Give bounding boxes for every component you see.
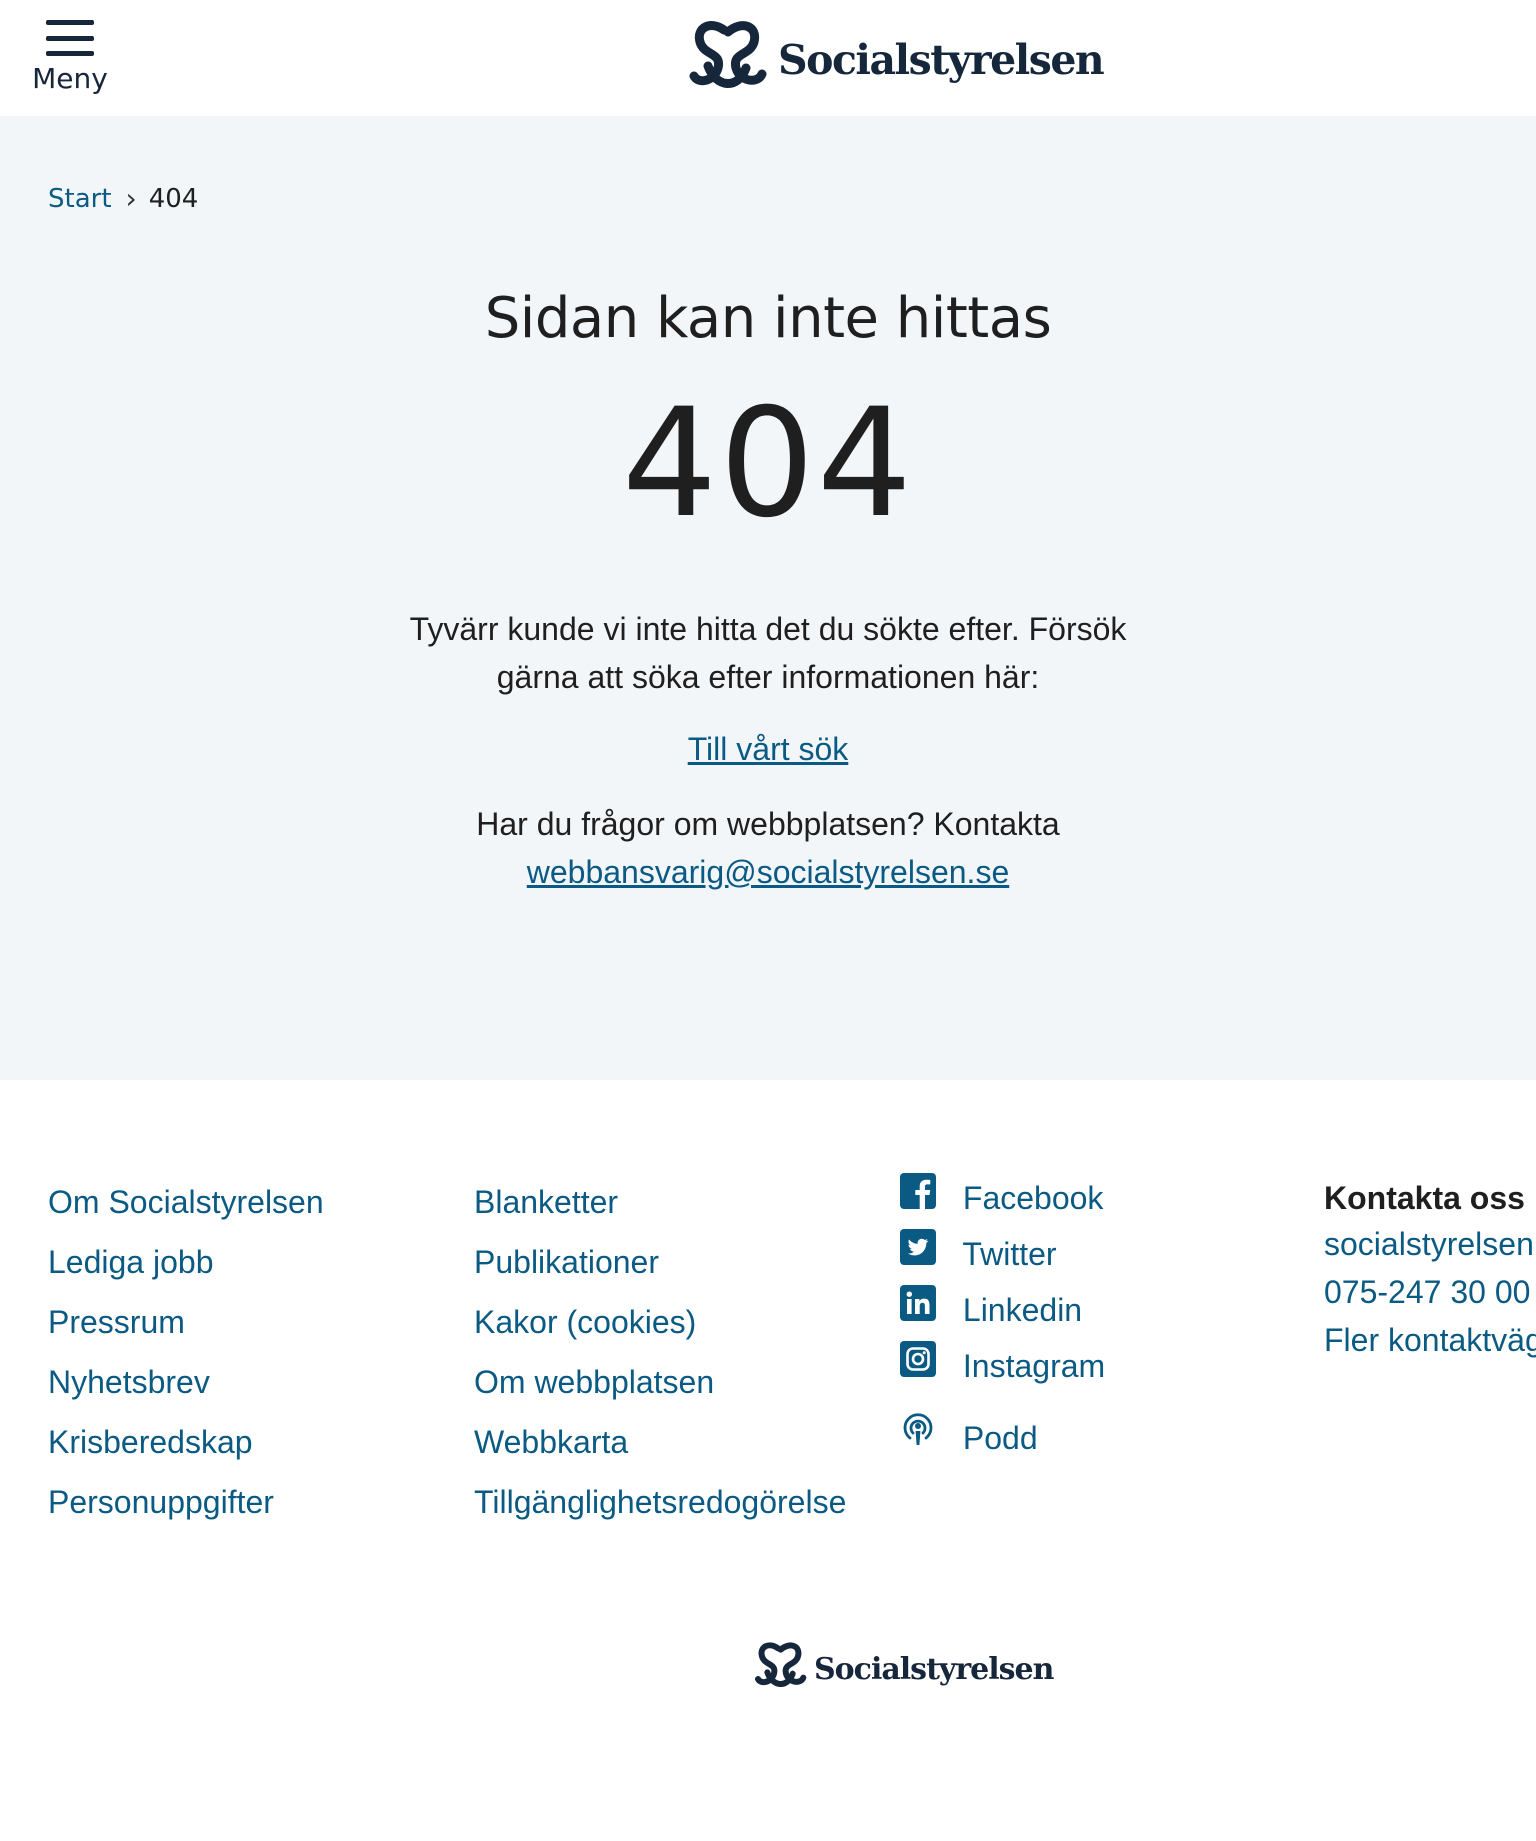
footer-contact-col: Kontakta oss socialstyrelsen 075-247 30 …: [1324, 1176, 1536, 1364]
contact-text: Har du frågor om webbplatsen? Kontakta w…: [388, 800, 1148, 896]
footer-link-om-socialstyrelsen[interactable]: Om Socialstyrelsen: [48, 1172, 324, 1232]
social-label: Facebook: [962, 1180, 1104, 1216]
logo-wordmark: Socialstyrelsen: [778, 36, 1105, 84]
chevron-right-icon: ›: [125, 182, 137, 215]
linkedin-icon: [900, 1285, 936, 1321]
footer-logo-link[interactable]: Socialstyrelsen: [754, 1640, 1054, 1690]
social-label: Instagram: [962, 1348, 1106, 1384]
footer-social-col: Facebook Twitter Linkedin Instagram Podd: [900, 1168, 1105, 1464]
footer-link-lediga-jobb[interactable]: Lediga jobb: [48, 1232, 324, 1292]
footer-link-nyhetsbrev[interactable]: Nyhetsbrev: [48, 1352, 324, 1412]
footer-contact-email[interactable]: socialstyrelsen: [1324, 1220, 1536, 1268]
menu-button[interactable]: Meny: [30, 18, 110, 104]
site-header: Meny Socialstyrelsen: [0, 0, 1536, 116]
instagram-icon: [900, 1341, 936, 1377]
footer-link-tillganglighet[interactable]: Tillgänglighetsredogörelse: [474, 1472, 846, 1532]
social-label: Linkedin: [962, 1292, 1083, 1328]
footer-links-col2: Blanketter Publikationer Kakor (cookies)…: [474, 1172, 846, 1532]
breadcrumb-current: 404: [148, 184, 199, 214]
social-label: Twitter: [962, 1236, 1057, 1272]
footer-link-webbkarta[interactable]: Webbkarta: [474, 1412, 846, 1472]
info-text: Tyvärr kunde vi inte hitta det du sökte …: [409, 611, 1127, 695]
facebook-icon: [900, 1173, 936, 1209]
social-label: Podd: [962, 1420, 1038, 1456]
breadcrumb: Start › 404: [48, 184, 198, 214]
twitter-icon: [900, 1229, 936, 1265]
footer-link-personuppgifter[interactable]: Personuppgifter: [48, 1472, 324, 1532]
social-link-facebook[interactable]: Facebook: [900, 1168, 1105, 1224]
contact-heading: Kontakta oss: [1324, 1180, 1525, 1216]
footer-link-publikationer[interactable]: Publikationer: [474, 1232, 846, 1292]
social-link-linkedin[interactable]: Linkedin: [900, 1280, 1105, 1336]
contact-email-link[interactable]: webbansvarig@socialstyrelsen.se: [527, 854, 1009, 890]
breadcrumb-start-link[interactable]: Start: [48, 184, 112, 214]
social-link-instagram[interactable]: Instagram: [900, 1336, 1105, 1392]
menu-label: Meny: [32, 62, 108, 95]
error-code: 404: [621, 377, 915, 551]
footer-link-pressrum[interactable]: Pressrum: [48, 1292, 324, 1352]
footer-links-col1: Om Socialstyrelsen Lediga jobb Pressrum …: [48, 1172, 324, 1532]
social-link-podd[interactable]: Podd: [900, 1408, 1105, 1464]
footer-contact-more[interactable]: Fler kontaktväg: [1324, 1316, 1536, 1364]
podcast-icon: [903, 1413, 933, 1445]
socialstyrelsen-logo-icon: [754, 1640, 810, 1690]
socialstyrelsen-logo-icon: [688, 18, 772, 92]
main-content: Start › 404 Sidan kan inte hittas 404 Ty…: [0, 116, 1536, 1080]
footer-contact-phone[interactable]: 075-247 30 00: [1324, 1268, 1536, 1316]
contact-prefix: Har du frågor om webbplatsen? Kontakta: [476, 806, 1060, 842]
site-logo-link[interactable]: Socialstyrelsen: [688, 18, 1105, 92]
hamburger-icon: [46, 18, 94, 58]
footer-link-blanketter[interactable]: Blanketter: [474, 1172, 846, 1232]
footer-link-om-webbplatsen[interactable]: Om webbplatsen: [474, 1352, 846, 1412]
logo-wordmark: Socialstyrelsen: [814, 1651, 1054, 1687]
search-link[interactable]: Till vårt sök: [688, 731, 849, 768]
social-link-twitter[interactable]: Twitter: [900, 1224, 1105, 1280]
error-content: Sidan kan inte hittas 404 Tyvärr kunde v…: [0, 286, 1536, 896]
footer-link-krisberedskap[interactable]: Krisberedskap: [48, 1412, 324, 1472]
page-title: Sidan kan inte hittas: [484, 286, 1052, 351]
footer-link-kakor[interactable]: Kakor (cookies): [474, 1292, 846, 1352]
site-footer: Om Socialstyrelsen Lediga jobb Pressrum …: [0, 1080, 1536, 1841]
